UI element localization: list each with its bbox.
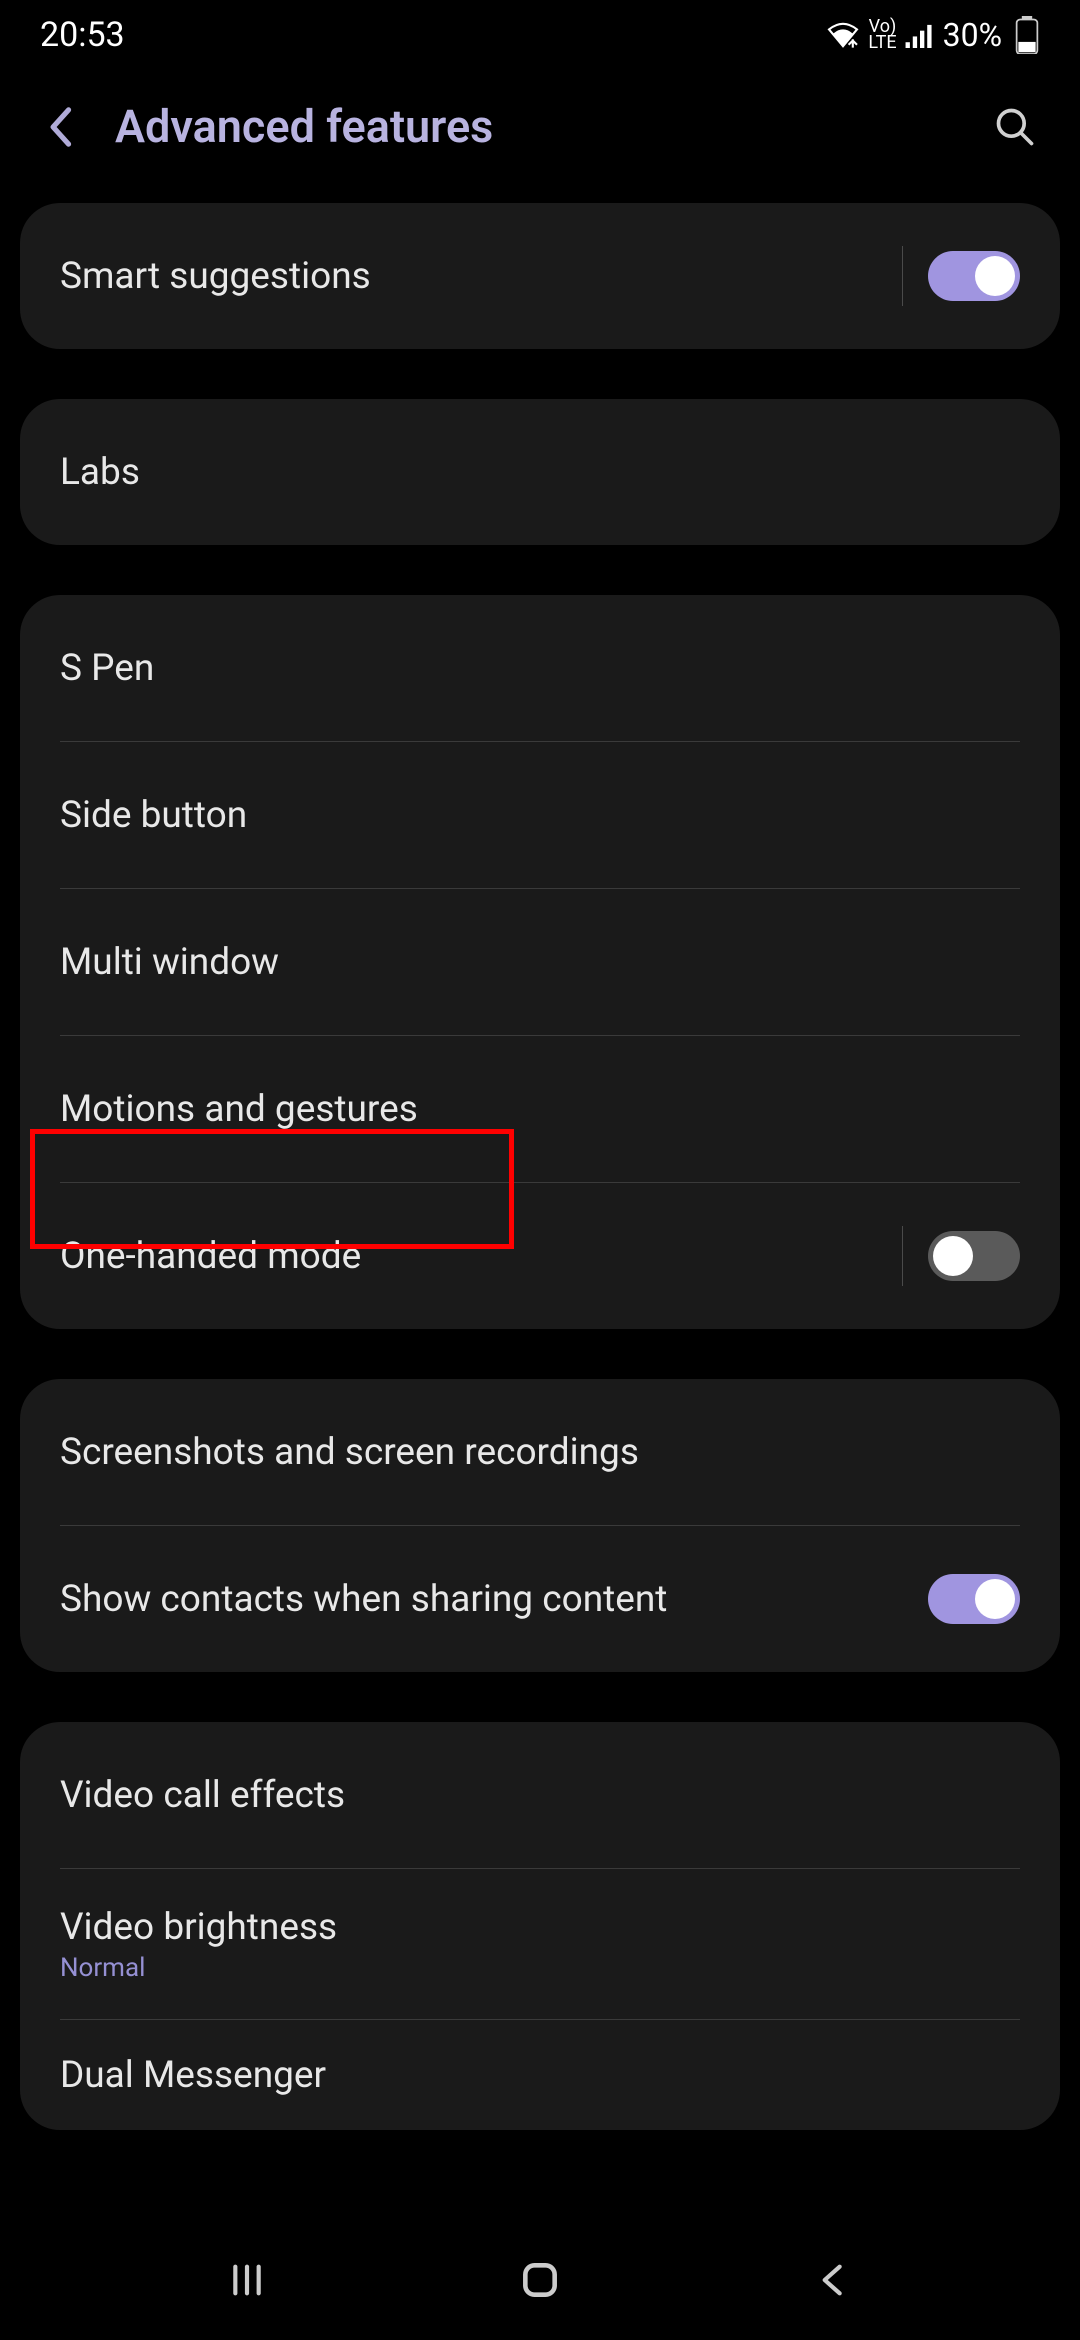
- row-side-button[interactable]: Side button: [20, 742, 1060, 888]
- row-labs[interactable]: Labs: [20, 399, 1060, 545]
- row-multi-window[interactable]: Multi window: [20, 889, 1060, 1035]
- nav-home[interactable]: [510, 2250, 570, 2310]
- row-label: Dual Messenger: [60, 2054, 326, 2097]
- row-label: Multi window: [60, 941, 279, 984]
- vertical-divider: [902, 246, 903, 306]
- settings-group: Smart suggestions: [20, 203, 1060, 349]
- row-label: Video brightness: [60, 1906, 337, 1949]
- row-one-handed-mode[interactable]: One-handed mode: [20, 1183, 1060, 1329]
- row-label: Labs: [60, 451, 140, 494]
- row-label: Side button: [60, 794, 247, 837]
- wifi-icon: [826, 21, 860, 49]
- row-label: Motions and gestures: [60, 1088, 418, 1131]
- settings-group: Screenshots and screen recordings Show c…: [20, 1379, 1060, 1672]
- row-label: Show contacts when sharing content: [60, 1578, 667, 1621]
- status-right: Vo)LTE 30%: [826, 16, 1040, 54]
- back-button[interactable]: [40, 107, 80, 147]
- nav-recents[interactable]: [217, 2250, 277, 2310]
- row-right: [902, 246, 1020, 306]
- volte-icon: Vo)LTE: [868, 19, 896, 51]
- row-right: [928, 1574, 1020, 1624]
- nav-bar: [0, 2220, 1080, 2340]
- row-video-call-effects[interactable]: Video call effects: [20, 1722, 1060, 1868]
- settings-group: Video call effects Video brightness Norm…: [20, 1722, 1060, 2130]
- settings-group: S Pen Side button Multi window Motions a…: [20, 595, 1060, 1329]
- row-right: [902, 1226, 1020, 1286]
- status-icons: Vo)LTE 30%: [826, 16, 1040, 54]
- row-screenshots[interactable]: Screenshots and screen recordings: [20, 1379, 1060, 1525]
- status-time: 20:53: [40, 15, 125, 55]
- row-s-pen[interactable]: S Pen: [20, 595, 1060, 741]
- nav-back[interactable]: [803, 2250, 863, 2310]
- page-title: Advanced features: [115, 100, 955, 153]
- vertical-divider: [902, 1226, 903, 1286]
- row-label: Video call effects: [60, 1774, 345, 1817]
- toggle-one-handed-mode[interactable]: [928, 1231, 1020, 1281]
- row-smart-suggestions[interactable]: Smart suggestions: [20, 203, 1060, 349]
- row-motions-gestures[interactable]: Motions and gestures: [20, 1036, 1060, 1182]
- row-video-brightness[interactable]: Video brightness Normal: [20, 1869, 1060, 2019]
- row-sublabel: Normal: [60, 1953, 145, 1983]
- toggle-smart-suggestions[interactable]: [928, 251, 1020, 301]
- toggle-show-contacts[interactable]: [928, 1574, 1020, 1624]
- row-label: S Pen: [60, 647, 154, 690]
- search-button[interactable]: [990, 102, 1040, 152]
- settings-group: Labs: [20, 399, 1060, 545]
- header: Advanced features: [0, 70, 1080, 203]
- row-label: Screenshots and screen recordings: [60, 1431, 639, 1474]
- signal-icon: [905, 22, 935, 48]
- battery-percent: 30%: [943, 16, 1002, 54]
- battery-icon: [1014, 16, 1040, 54]
- row-dual-messenger[interactable]: Dual Messenger: [20, 2020, 1060, 2130]
- row-label: One-handed mode: [60, 1235, 361, 1278]
- status-bar: 20:53 Vo)LTE 30%: [0, 0, 1080, 70]
- row-label: Smart suggestions: [60, 255, 371, 298]
- row-show-contacts[interactable]: Show contacts when sharing content: [20, 1526, 1060, 1672]
